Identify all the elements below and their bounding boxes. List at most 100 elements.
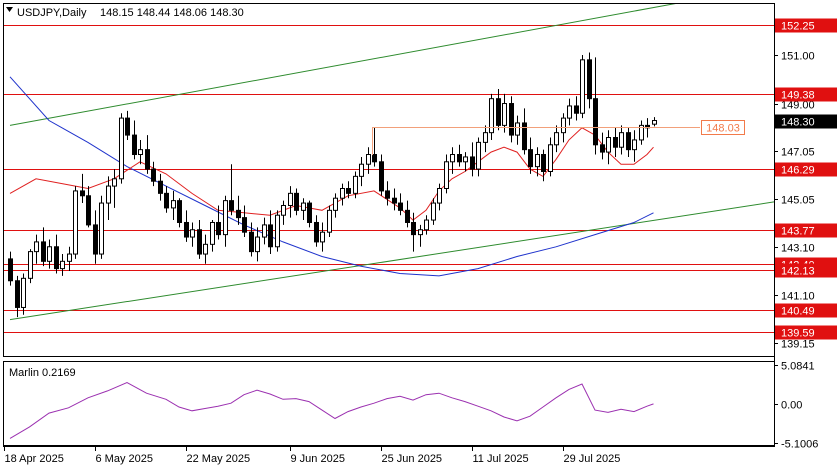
trend-channels (9, 4, 774, 321)
candle-body (567, 105, 572, 119)
indicator-tick-label: 0.00 (781, 400, 802, 412)
candle-body (73, 190, 78, 255)
candle-body (158, 180, 163, 194)
candle-body (554, 132, 559, 146)
candle-body (197, 229, 202, 255)
candle-body (112, 178, 117, 187)
candle-body (184, 221, 189, 238)
candle (275, 210, 280, 252)
candle (86, 186, 91, 228)
price-tick-label: 147.05 (781, 147, 815, 159)
dropdown-triangle-icon[interactable] (6, 7, 13, 12)
level-label-text: 139.59 (781, 328, 815, 340)
candle-body (125, 117, 130, 136)
candle (619, 125, 624, 155)
candle-body (548, 144, 553, 173)
candle-body (450, 154, 455, 163)
time-tick-label: 18 Apr 2025 (5, 453, 64, 465)
candle (444, 154, 449, 194)
time-tick-label: 6 May 2025 (96, 453, 153, 465)
candle-body (177, 200, 182, 223)
candle (67, 246, 72, 272)
candle (385, 181, 390, 206)
candle-body (411, 221, 416, 236)
candle-body (255, 236, 260, 253)
candle-body (470, 156, 475, 170)
candle (340, 183, 345, 206)
indicator-label: Marlin 0.2169 (9, 367, 76, 379)
marlin-line (9, 381, 654, 439)
candle (431, 198, 436, 225)
candle-body (600, 144, 605, 153)
candle (522, 108, 527, 155)
candle (190, 222, 195, 247)
candle (372, 127, 377, 167)
candle-body (619, 132, 624, 148)
candle-body (372, 154, 377, 163)
candle-body (119, 117, 124, 180)
candle-body (268, 224, 273, 248)
candle (125, 110, 130, 140)
candle (489, 93, 494, 140)
candle-body (242, 217, 247, 233)
candle-body (515, 122, 520, 136)
candle (470, 142, 475, 177)
candle-body (652, 120, 657, 125)
candle (281, 200, 286, 225)
candle (554, 125, 559, 153)
candle (294, 188, 299, 216)
candle-body (359, 163, 364, 177)
candle (580, 54, 585, 119)
indicator-plot-border (3, 361, 775, 446)
indicator-axis: 5.0841 0.00 -5.1006 (774, 361, 818, 451)
candle-body (580, 59, 585, 114)
candle (223, 195, 228, 247)
candle-body (145, 149, 150, 170)
candle (613, 127, 618, 157)
ohlc-values: 148.15 148.44 148.06 148.30 (100, 7, 244, 19)
candle-body (522, 122, 527, 151)
candle (151, 161, 156, 187)
candle-body (444, 161, 449, 189)
candle-body (626, 132, 631, 151)
candle-body (366, 154, 371, 165)
candle-body (21, 277, 26, 308)
candle-body (535, 154, 540, 168)
candle-body (320, 231, 325, 243)
candle-body (15, 280, 20, 308)
time-tick-label: 25 Jun 2025 (382, 453, 443, 465)
candle (138, 139, 143, 165)
candle-body (340, 187, 345, 199)
candle (652, 117, 657, 127)
level-label-text: 149.38 (781, 90, 815, 102)
candle (21, 273, 26, 315)
candle-body (561, 117, 566, 134)
marked-price-label: 148.03 (706, 123, 740, 135)
current-price-label: 148.30 (781, 117, 815, 129)
level-label-text: 140.49 (781, 306, 815, 318)
candle (197, 220, 202, 259)
candle (541, 149, 546, 182)
candle-body (249, 231, 254, 253)
candle-body (379, 161, 384, 192)
candle-body (587, 59, 592, 100)
candle (28, 249, 33, 284)
time-tick-label: 29 Jul 2025 (564, 453, 621, 465)
candle (515, 115, 520, 145)
candle-body (418, 229, 423, 236)
candle (379, 154, 384, 196)
candle-body (541, 154, 546, 173)
candle-body (593, 98, 598, 146)
candle (593, 57, 598, 155)
candle-body (8, 258, 13, 282)
candle-body (54, 246, 59, 270)
candle (262, 217, 267, 245)
candle-body (606, 137, 611, 153)
indicator-tick-label: 5.0841 (781, 361, 815, 373)
channel-lower-line (9, 201, 774, 321)
candle (73, 186, 78, 259)
candle-body (236, 209, 241, 219)
price-tick-label: 139.15 (781, 339, 815, 351)
candle-body (151, 168, 156, 182)
candle-body (60, 260, 65, 270)
